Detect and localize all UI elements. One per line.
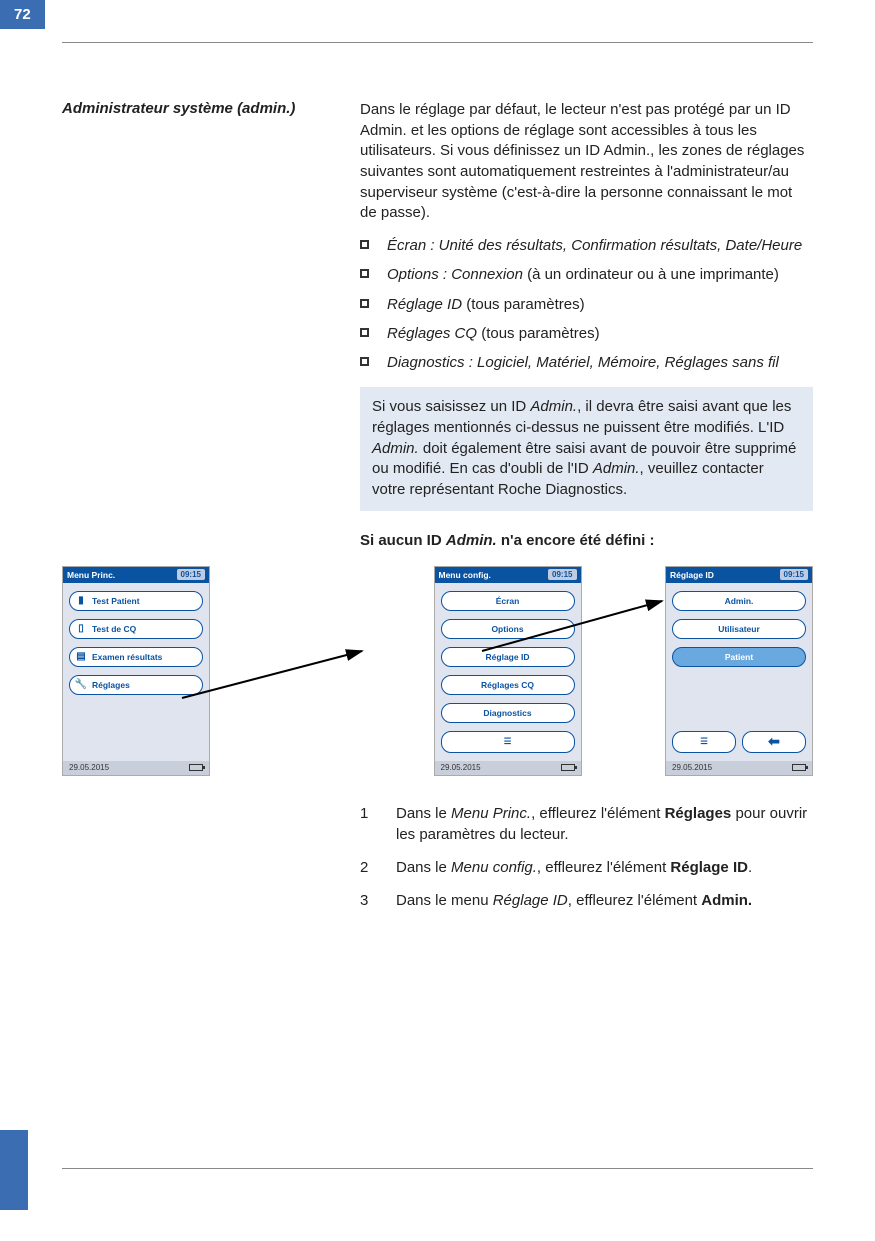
arrow-left-icon: ⬅: [768, 733, 780, 750]
screen-id-settings: Réglage ID 09:15 Admin. Utilisateur Pati…: [665, 566, 813, 776]
screen-date: 29.05.2015: [441, 763, 481, 772]
screen-footer: 29.05.2015: [63, 761, 209, 775]
page-content: Administrateur système (admin.) Dans le …: [62, 100, 813, 923]
step-item: 3 Dans le menu Réglage ID, effleurez l'é…: [360, 890, 813, 911]
list-item: Écran : Unité des résultats, Confirmatio…: [360, 236, 813, 256]
menu-button[interactable]: ☰: [672, 731, 736, 753]
battery-icon: [561, 764, 575, 771]
bullet-icon: [360, 357, 369, 366]
review-results-button[interactable]: ▤Examen résultats: [69, 647, 203, 667]
screen-option-button[interactable]: Écran: [441, 591, 575, 611]
screen-config-menu: Menu config. 09:15 Écran Options Réglage…: [434, 566, 582, 776]
list-item: Réglages CQ (tous paramètres): [360, 324, 813, 344]
screen-footer: 29.05.2015: [435, 761, 581, 775]
bullet-icon: [360, 240, 369, 249]
intro-paragraph: Dans le réglage par défaut, le lecteur n…: [360, 100, 813, 224]
note-box: Si vous saisissez un ID Admin., il devra…: [360, 387, 813, 510]
screen-option-button[interactable]: Diagnostics: [441, 703, 575, 723]
page-number: 72: [0, 0, 45, 29]
list-item: Diagnostics : Logiciel, Matériel, Mémoir…: [360, 353, 813, 373]
menu-button[interactable]: ☰: [441, 731, 575, 753]
admin-button[interactable]: Admin.: [672, 591, 806, 611]
screen-time: 09:15: [177, 569, 205, 580]
steps-list: 1 Dans le Menu Princ., effleurez l'éléme…: [360, 803, 813, 911]
bullet-icon: [360, 328, 369, 337]
screen-time: 09:15: [780, 569, 808, 580]
battery-icon: [189, 764, 203, 771]
screen-main-menu: Menu Princ. 09:15 ▮Test Patient ▯Test de…: [62, 566, 210, 776]
top-rule: [62, 42, 813, 43]
test-patient-button[interactable]: ▮Test Patient: [69, 591, 203, 611]
menu-icon: ☰: [700, 736, 708, 747]
screen-time: 09:15: [548, 569, 576, 580]
qc-icon: ▯: [74, 622, 88, 636]
bullet-icon: [360, 269, 369, 278]
screen-header: Menu Princ. 09:15: [63, 567, 209, 583]
sub-heading: Si aucun ID Admin. n'a encore été défini…: [360, 531, 813, 552]
screen-option-button[interactable]: Réglages CQ: [441, 675, 575, 695]
side-color-bar: [0, 1130, 28, 1210]
screens-row: Menu Princ. 09:15 ▮Test Patient ▯Test de…: [62, 566, 813, 781]
wrench-icon: 🔧: [74, 678, 88, 692]
screen-title: Réglage ID: [670, 570, 780, 580]
screen-date: 29.05.2015: [672, 763, 712, 772]
step-item: 2 Dans le Menu config., effleurez l'élém…: [360, 857, 813, 878]
screen-header: Réglage ID 09:15: [666, 567, 812, 583]
settings-button[interactable]: 🔧Réglages: [69, 675, 203, 695]
step-item: 1 Dans le Menu Princ., effleurez l'éléme…: [360, 803, 813, 845]
test-strip-icon: ▮: [74, 594, 88, 608]
screen-title: Menu Princ.: [67, 570, 177, 580]
list-item: Réglage ID (tous paramètres): [360, 295, 813, 315]
screen-title: Menu config.: [439, 570, 549, 580]
screen-date: 29.05.2015: [69, 763, 109, 772]
test-cq-button[interactable]: ▯Test de CQ: [69, 619, 203, 639]
battery-icon: [792, 764, 806, 771]
screen-option-button[interactable]: Options: [441, 619, 575, 639]
restricted-areas-list: Écran : Unité des résultats, Confirmatio…: [360, 236, 813, 373]
bottom-rule: [62, 1168, 813, 1169]
patient-button[interactable]: Patient: [672, 647, 806, 667]
menu-icon: ☰: [504, 736, 512, 747]
reglage-id-button[interactable]: Réglage ID: [441, 647, 575, 667]
user-button[interactable]: Utilisateur: [672, 619, 806, 639]
section-title: Administrateur système (admin.): [62, 100, 342, 117]
list-item: Options : Connexion (à un ordinateur ou …: [360, 265, 813, 285]
back-button[interactable]: ⬅: [742, 731, 806, 753]
bullet-icon: [360, 299, 369, 308]
results-icon: ▤: [74, 650, 88, 664]
screen-header: Menu config. 09:15: [435, 567, 581, 583]
screen-footer: 29.05.2015: [666, 761, 812, 775]
